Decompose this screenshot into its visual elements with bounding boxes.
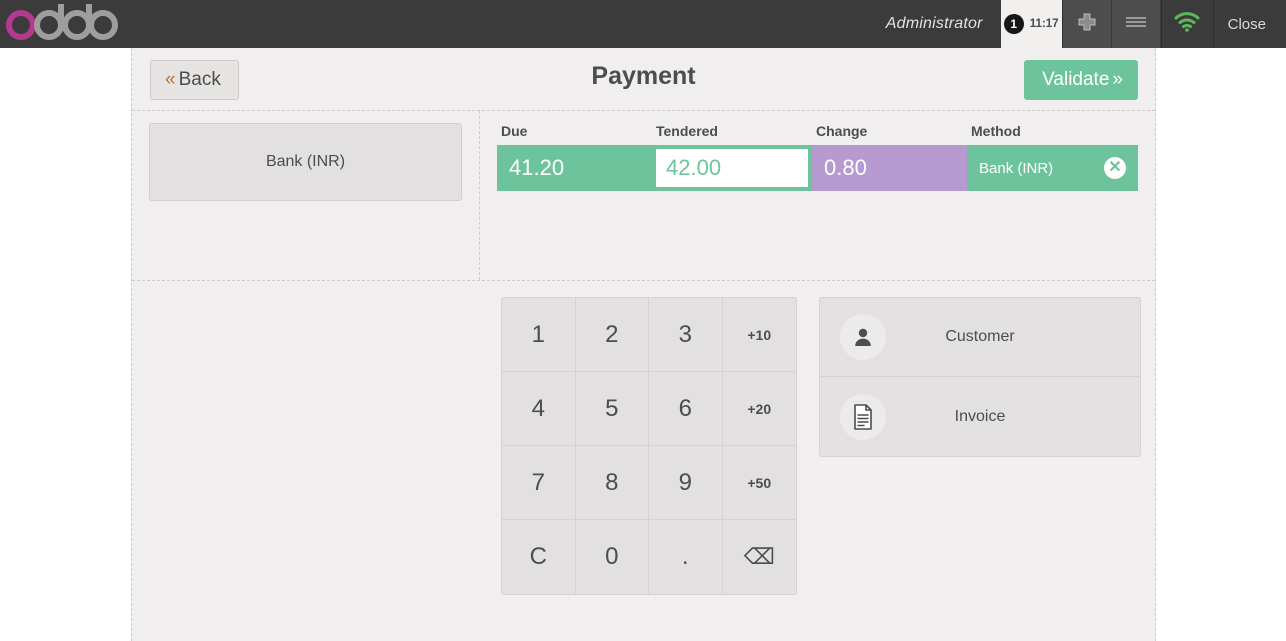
numpad-key-5[interactable]: 5 [575,372,649,446]
close-button[interactable]: Close [1212,0,1286,48]
numpad-key-backspace[interactable]: ⌫ [723,520,797,594]
wifi-status[interactable] [1160,0,1213,48]
numpad: 1 2 3 +10 4 5 6 +20 7 8 9 +50 C 0 . ⌫ [501,297,797,595]
person-icon [840,314,886,360]
paymentlines-header: Due Tendered Change Method [497,111,1138,145]
delete-paymentline-icon[interactable]: ✕ [1104,157,1126,179]
paymentline-due: 41.20 [497,145,652,191]
order-badge: 1 [1003,14,1024,34]
numpad-key-plus10[interactable]: +10 [722,298,796,372]
payment-methods-list: Bank (INR) [132,111,480,280]
payment-split: Bank (INR) Due Tendered Change Method 41… [132,110,1155,280]
side-actions: Customer Invoice [819,297,1141,457]
order-time: 11:17 [1029,18,1059,30]
new-order-button[interactable] [1062,0,1112,48]
numpad-key-plus20[interactable]: +20 [722,372,796,446]
payment-method-label: Bank (INR) [265,153,346,170]
tendered-input[interactable] [654,147,810,189]
numpad-key-6[interactable]: 6 [649,372,723,446]
paymentline-row: 41.20 0.80 Bank (INR) ✕ [497,145,1138,191]
validate-label: Validate [1042,69,1110,90]
payment-screen-panel: « Back Payment Validate » Bank (INR) Due… [131,48,1156,641]
numpad-key-1[interactable]: 1 [502,298,576,372]
paymentlines-area: Due Tendered Change Method 41.20 0.80 Ba… [480,111,1155,280]
numpad-key-plus50[interactable]: +50 [722,446,796,520]
content-area: « Back Payment Validate » Bank (INR) Due… [0,48,1286,641]
numpad-key-0[interactable]: 0 [576,520,649,594]
numpad-key-decimal[interactable]: . [649,520,723,594]
numpad-key-8[interactable]: 8 [575,446,649,520]
plus-icon [1077,12,1097,37]
username-label: Administrator [885,15,983,32]
order-tab[interactable]: 1 11:17 [1000,0,1063,48]
menu-icon [1125,15,1147,34]
paymentline-method-cell: Bank (INR) ✕ [967,145,1138,191]
column-header-due: Due [501,123,528,139]
page-title: Payment [591,62,696,90]
odoo-logo[interactable] [0,0,118,48]
payment-header: « Back Payment Validate » [132,48,1155,110]
column-header-method: Method [971,123,1021,139]
numpad-key-4[interactable]: 4 [502,372,576,446]
paymentline-tendered-cell [652,145,812,191]
payment-method-bank-inr[interactable]: Bank (INR) [149,123,462,201]
validate-button[interactable]: Validate » [1024,60,1138,100]
column-header-tendered: Tendered [656,123,718,139]
pos-payment-screen: Administrator 1 11:17 Close « Back Payme… [0,0,1286,641]
topbar-spacer-left [118,0,868,48]
numpad-key-clear[interactable]: C [502,520,576,594]
invoice-button[interactable]: Invoice [820,377,1140,456]
paymentline-change: 0.80 [812,145,967,191]
paymentline-method-label: Bank (INR) [979,159,1054,177]
numpad-key-3[interactable]: 3 [649,298,723,372]
numpad-key-2[interactable]: 2 [575,298,649,372]
wifi-icon [1174,11,1200,37]
top-bar: Administrator 1 11:17 Close [0,0,1286,48]
numpad-key-9[interactable]: 9 [649,446,723,520]
validate-chevron-icon: » [1112,69,1123,90]
order-list-button[interactable] [1111,0,1161,48]
column-header-change: Change [816,123,868,139]
status-group: Close [1160,0,1286,48]
numpad-key-7[interactable]: 7 [502,446,576,520]
payment-lower-area: 1 2 3 +10 4 5 6 +20 7 8 9 +50 C 0 . ⌫ Cu… [132,280,1155,641]
document-icon [840,393,886,440]
customer-button[interactable]: Customer [820,298,1140,377]
